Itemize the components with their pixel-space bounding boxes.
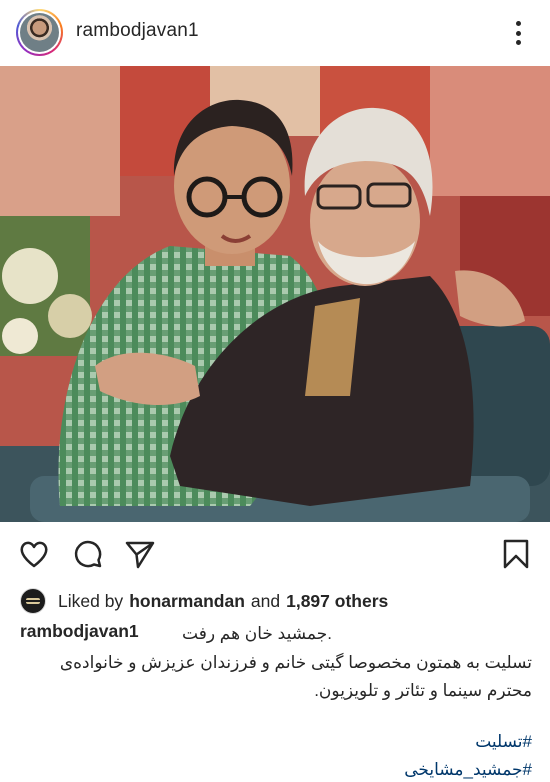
share-icon[interactable] xyxy=(124,538,156,570)
bookmark-icon[interactable] xyxy=(500,538,532,570)
liker-avatar[interactable] xyxy=(20,588,46,614)
heart-icon[interactable] xyxy=(18,538,50,570)
caption-line-3: محترم سینما و تئاتر و تلویزیون. xyxy=(314,681,532,700)
comment-icon[interactable] xyxy=(72,538,104,570)
post-header: rambodjavan1 xyxy=(0,0,550,66)
post-photo[interactable] xyxy=(0,66,550,522)
post-actions xyxy=(0,530,550,574)
hashtag-link[interactable]: #تسلیت xyxy=(475,732,532,752)
avatar-inner xyxy=(18,11,61,54)
likes-row: Liked by honarmandan and 1,897 others xyxy=(20,588,388,614)
likes-count[interactable]: 1,897 others xyxy=(286,591,388,612)
likes-prefix: Liked by xyxy=(58,590,124,611)
caption-line-2: تسلیت به همتون مخصوصا گیتی خانم و فرزندا… xyxy=(59,653,532,672)
liker-username[interactable]: honarmandan xyxy=(129,591,245,612)
post-username[interactable]: rambodjavan1 xyxy=(76,20,199,42)
likes-and: and xyxy=(250,590,281,611)
caption-line-1: .جمشید خان هم رفت xyxy=(182,624,332,643)
more-options-icon[interactable] xyxy=(509,19,527,47)
photo-illustration xyxy=(0,66,550,522)
caption-username[interactable]: rambodjavan1 xyxy=(20,621,139,642)
hashtag-link[interactable]: #جمشید_مشایخی xyxy=(404,760,532,780)
avatar-image xyxy=(20,13,59,52)
profile-avatar[interactable] xyxy=(16,9,63,56)
